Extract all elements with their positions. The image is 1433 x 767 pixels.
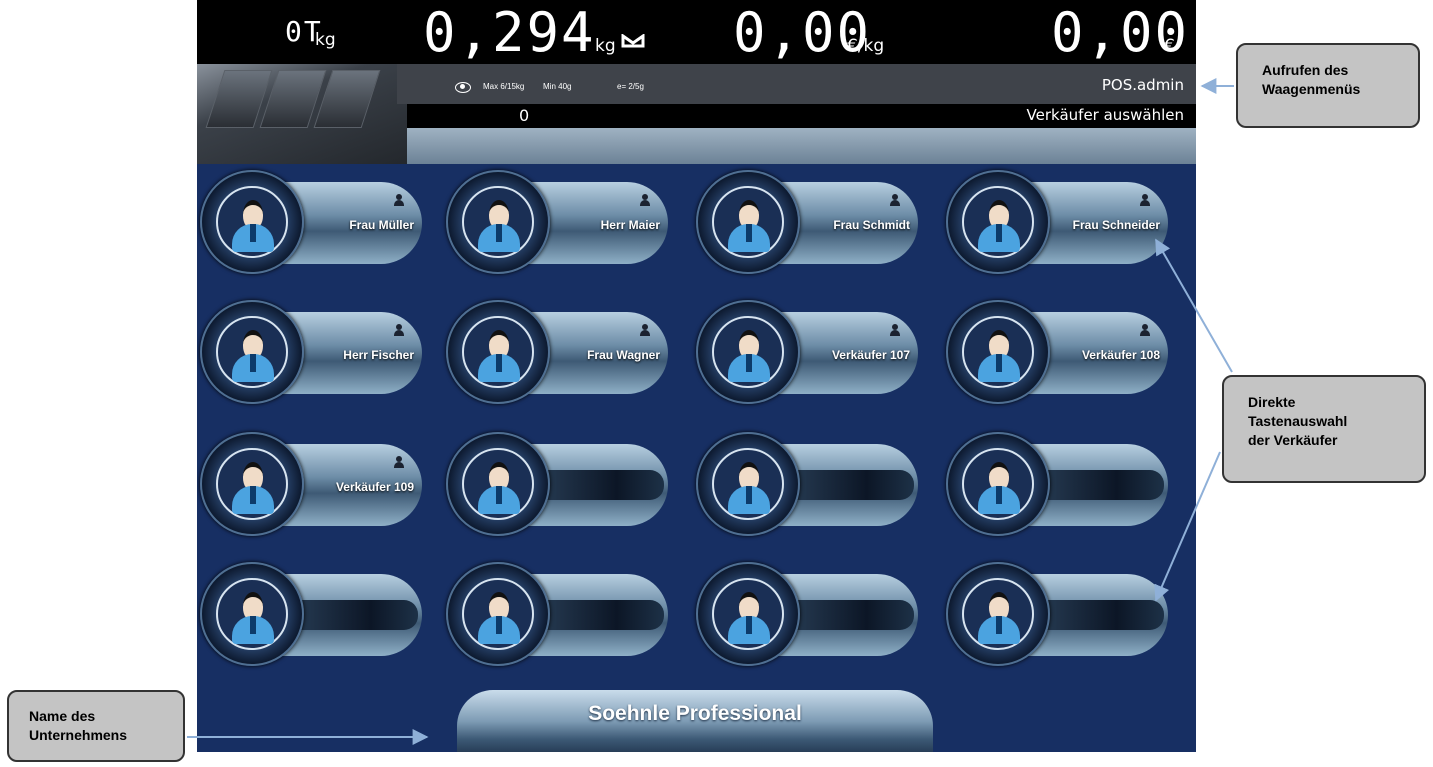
arrow-top-right: [1155, 238, 1233, 373]
arrow-bottom-right: [1154, 451, 1221, 602]
callout-arrows: [187, 78, 1234, 745]
